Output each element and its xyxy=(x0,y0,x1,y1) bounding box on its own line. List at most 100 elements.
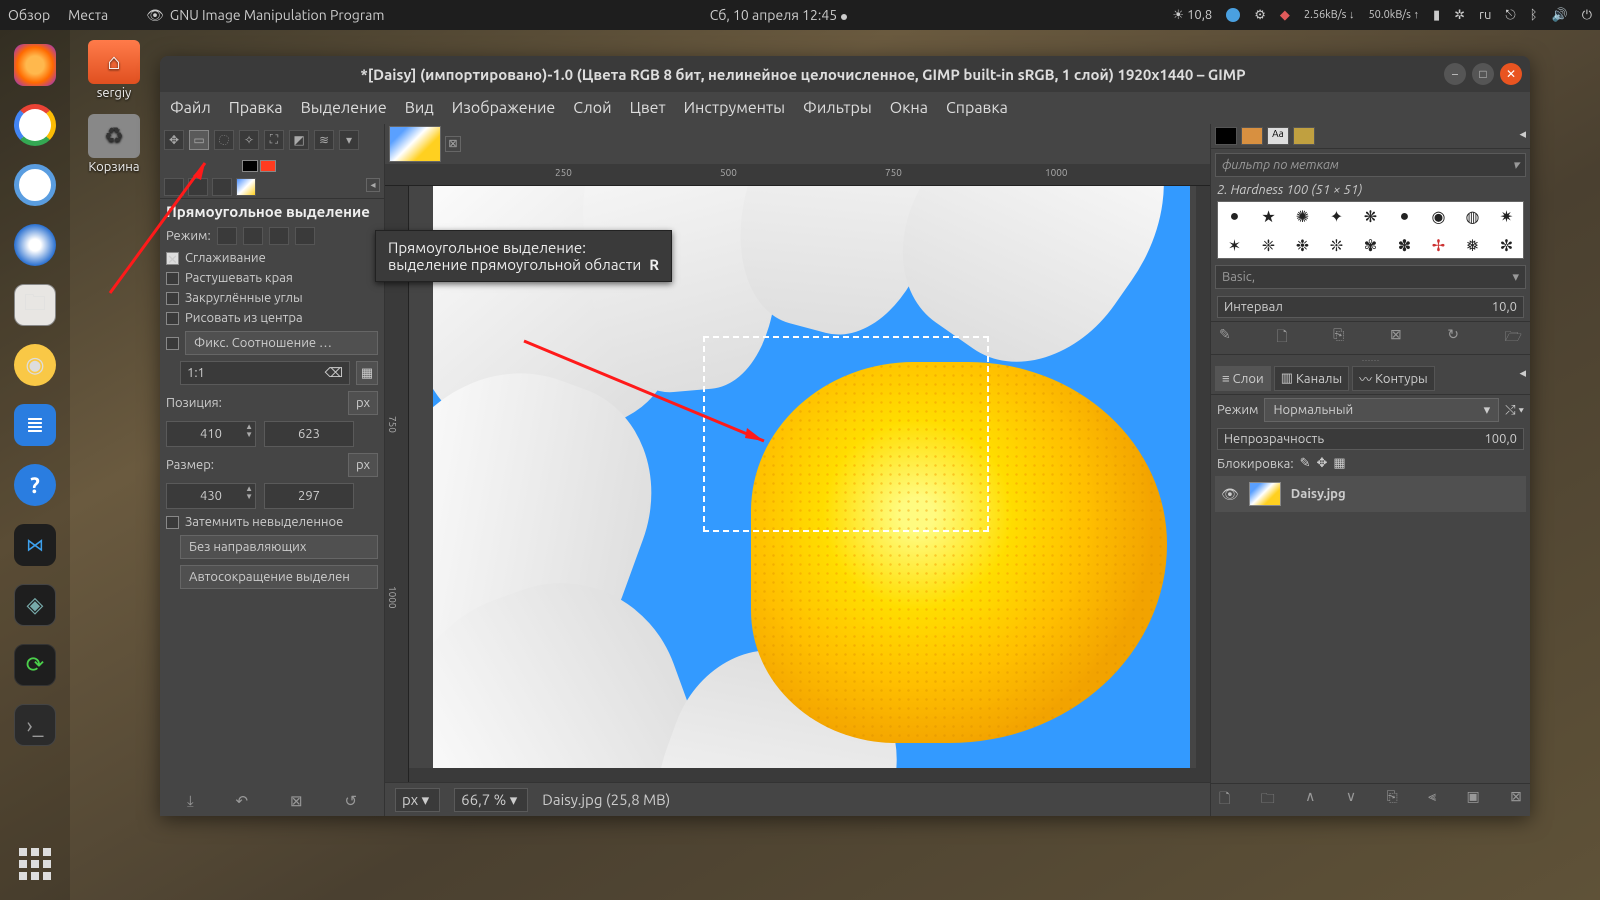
menu-file[interactable]: Файл xyxy=(170,99,211,117)
size-w-input[interactable]: 430▲▼ xyxy=(166,483,256,509)
weather-indicator[interactable]: ☀ 10,8 xyxy=(1172,8,1212,23)
activities-button[interactable]: Обзор xyxy=(8,7,50,23)
mode-intersect[interactable] xyxy=(295,227,315,245)
dock-gripper[interactable]: ⋯⋯ xyxy=(1211,355,1530,363)
tab-channels[interactable]: ▥ Каналы xyxy=(1274,366,1349,391)
tab-fonts[interactable]: Aa xyxy=(1267,127,1289,145)
brush-item[interactable]: ✶ xyxy=(1218,231,1251,259)
opt-feather[interactable]: Растушевать края xyxy=(160,268,384,288)
volume-icon[interactable]: 🔊 xyxy=(1552,8,1568,23)
lock-pixels-icon[interactable]: ✎ xyxy=(1300,456,1311,471)
app-menu[interactable]: 👁 GNU Image Manipulation Program xyxy=(146,7,384,24)
dock-chrome[interactable] xyxy=(14,104,56,146)
tab-images[interactable] xyxy=(236,178,256,196)
save-preset-icon[interactable]: ⤓ xyxy=(187,792,194,810)
desktop-home[interactable]: ⌂sergiy xyxy=(88,40,140,100)
menu-tools[interactable]: Инструменты xyxy=(684,99,785,117)
brush-item[interactable]: ● xyxy=(1388,202,1421,230)
layer-visibility-icon[interactable]: 👁 xyxy=(1221,486,1239,503)
image-tab-daisy[interactable] xyxy=(389,126,441,162)
menu-image[interactable]: Изображение xyxy=(452,99,556,117)
tab-brushes[interactable] xyxy=(1215,127,1237,145)
brush-item[interactable]: ❉ xyxy=(1286,231,1319,259)
lock-alpha-icon[interactable]: ▦ xyxy=(1333,456,1345,471)
brush-grid[interactable]: ●★✺✦❋●◉◍✷ ✶❈❉❊✾✽✢❅✼ xyxy=(1217,201,1524,259)
layer-dup-icon[interactable]: ⎘ xyxy=(1387,788,1398,812)
maximize-button[interactable]: □ xyxy=(1472,63,1494,85)
brush-item[interactable]: ◍ xyxy=(1456,202,1489,230)
menu-layer[interactable]: Слой xyxy=(573,99,611,117)
mode-subtract[interactable] xyxy=(269,227,289,245)
clock[interactable]: Сб, 10 апреля 12:45 xyxy=(384,7,1172,23)
dock-chromium[interactable] xyxy=(14,164,56,206)
brush-new-icon[interactable]: 🗋 xyxy=(1276,326,1287,350)
layer-down-icon[interactable]: ∨ xyxy=(1346,788,1356,812)
qb-indicator[interactable] xyxy=(1226,8,1240,22)
menu-edit[interactable]: Правка xyxy=(229,99,283,117)
layer-row[interactable]: 👁 Daisy.jpg xyxy=(1215,476,1526,512)
opt-center[interactable]: Рисовать из центра xyxy=(160,308,384,328)
close-button[interactable]: ✕ xyxy=(1500,63,1522,85)
dock-remote[interactable]: ⟳ xyxy=(14,644,56,686)
brush-item[interactable]: ❋ xyxy=(1354,202,1387,230)
mode-replace[interactable] xyxy=(217,227,237,245)
brush-open-icon[interactable]: 🗁 xyxy=(1505,326,1522,350)
titlebar[interactable]: *[Daisy] (импортировано)-1.0 (Цвета RGB … xyxy=(160,56,1530,92)
places-menu[interactable]: Места xyxy=(68,7,108,23)
minimize-button[interactable]: – xyxy=(1444,63,1466,85)
tab-tool-options[interactable] xyxy=(164,178,184,196)
brush-item[interactable]: ✷ xyxy=(1490,202,1523,230)
opt-rounded[interactable]: Закруглённые углы xyxy=(160,288,384,308)
status-zoom-dropdown[interactable]: 66,7 % ▾ xyxy=(454,788,528,812)
dock-virtualbox[interactable]: ◈ xyxy=(14,584,56,626)
battery-icon[interactable]: ▮ xyxy=(1433,8,1440,23)
brush-item[interactable]: ✾ xyxy=(1354,231,1387,259)
brush-edit-icon[interactable]: ✎ xyxy=(1219,326,1231,350)
horizontal-ruler[interactable]: 250 500 750 1000 xyxy=(385,164,1210,186)
tool-rect-select[interactable]: ▭ xyxy=(189,130,209,150)
tool-warp[interactable]: ≋ xyxy=(314,130,334,150)
reset-icon[interactable]: ↺ xyxy=(344,792,357,810)
layer-up-icon[interactable]: ∧ xyxy=(1305,788,1315,812)
mode-add[interactable] xyxy=(243,227,263,245)
dock-apps-button[interactable] xyxy=(19,848,51,880)
dock-terminal[interactable]: ›_ xyxy=(14,704,56,746)
ratio-swap-button[interactable]: ▦ xyxy=(356,361,378,385)
dock-rhythmbox[interactable]: ◉ xyxy=(14,344,56,386)
dock-help[interactable]: ? xyxy=(14,464,56,506)
brush-item[interactable]: ● xyxy=(1218,202,1251,230)
tab-device[interactable] xyxy=(188,178,208,196)
brush-item[interactable]: ◉ xyxy=(1422,202,1455,230)
size-h-input[interactable]: 297 xyxy=(264,483,354,509)
opt-antialias[interactable]: ✕Сглаживание xyxy=(160,248,384,268)
layer-new-icon[interactable]: 🗋 xyxy=(1219,788,1230,812)
tool-bucket[interactable]: ▾ xyxy=(339,130,359,150)
delete-preset-icon[interactable]: ⊠ xyxy=(290,792,303,810)
tool-fuzzy-select[interactable]: ✧ xyxy=(239,130,259,150)
layer-mask-icon[interactable]: ▣ xyxy=(1467,788,1480,812)
brush-item[interactable]: ❅ xyxy=(1456,231,1489,259)
image-tab-close[interactable]: ⊠ xyxy=(445,136,461,152)
tab-history[interactable] xyxy=(1293,127,1315,145)
brush-preset-dropdown[interactable]: Basic,▾ xyxy=(1215,265,1526,289)
pos-x-input[interactable]: 410▲▼ xyxy=(166,421,256,447)
tab-paths[interactable]: 〰 Контуры xyxy=(1352,366,1435,391)
tab-patterns[interactable] xyxy=(1241,127,1263,145)
brush-del-icon[interactable]: ⊠ xyxy=(1390,326,1402,350)
brush-item[interactable]: ✢ xyxy=(1422,231,1455,259)
tool-crop[interactable]: ⛶ xyxy=(264,130,284,150)
network-icon[interactable]: ⎋ xyxy=(1505,8,1515,23)
tool-transform[interactable]: ◩ xyxy=(289,130,309,150)
layer-name[interactable]: Daisy.jpg xyxy=(1291,487,1346,501)
power-icon[interactable]: ⏻ xyxy=(1582,8,1592,23)
cube-icon[interactable]: ◆ xyxy=(1280,8,1290,23)
pos-y-input[interactable]: 623 xyxy=(264,421,354,447)
sys-icon[interactable]: ⚙ xyxy=(1254,8,1266,23)
size-unit[interactable]: px xyxy=(348,453,378,477)
status-unit-dropdown[interactable]: px ▾ xyxy=(395,788,440,812)
brush-filter-input[interactable]: фильтр по меткам▾ xyxy=(1215,153,1526,177)
brush-item[interactable]: ❊ xyxy=(1320,231,1353,259)
brush-item[interactable]: ✦ xyxy=(1320,202,1353,230)
fg-bg-colors[interactable] xyxy=(242,160,384,172)
autoshrink-button[interactable]: Автосокращение выделен xyxy=(180,565,378,589)
